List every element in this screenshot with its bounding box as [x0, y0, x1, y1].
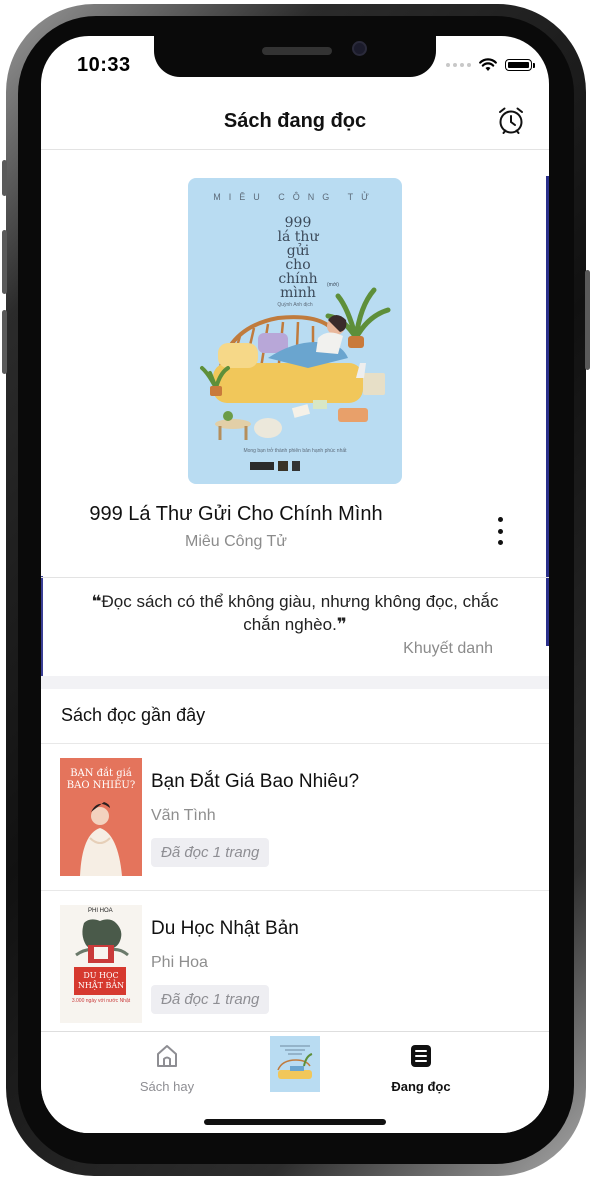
publisher-logo	[250, 462, 274, 470]
current-book-title[interactable]: 999 Lá Thư Gửi Cho Chính Mình	[41, 503, 431, 526]
home-indicator[interactable]	[204, 1119, 386, 1125]
volume-up-button	[2, 230, 7, 294]
reading-progress-badge: Đã đọc 1 trang	[151, 985, 270, 1014]
recent-book-title: Du Học Nhật Bản	[151, 918, 299, 939]
alarm-clock-icon[interactable]	[497, 106, 525, 136]
home-icon	[157, 1045, 177, 1067]
signal-icon	[446, 63, 471, 67]
recent-book-title: Bạn Đắt Giá Bao Nhiêu?	[151, 771, 360, 792]
recent-book-row[interactable]: BẠN đắt giá BAO NHIÊU? Bạn Đắt Giá Bao N…	[41, 744, 549, 891]
cover-illustration	[200, 287, 391, 440]
scroll-accent	[546, 176, 549, 646]
tab-bar: Sách hay Đang đọc	[41, 1031, 549, 1133]
quote-text-block: ❝Đọc sách có thể không giàu, nhưng không…	[71, 590, 519, 636]
speaker	[262, 47, 332, 55]
notch	[154, 36, 436, 77]
recent-book-cover: PHI HOA DU HỌC NHẬT BẢN 3.000 ngày với n…	[60, 905, 142, 1023]
cover-subtitle: 3.000 ngày với nước Nhật	[71, 998, 131, 1004]
status-icons	[446, 58, 535, 72]
tab-sach-hay[interactable]: Sách hay	[107, 1042, 227, 1094]
tab-label: Sách hay	[139, 1079, 195, 1094]
power-button	[585, 270, 590, 370]
current-book-cover[interactable]: MIÊU CÔNG TỬ 999 lá thư gửi cho chính mì…	[188, 178, 402, 484]
status-time: 10:33	[77, 54, 131, 76]
publisher-badge-2	[292, 461, 300, 471]
screen: 10:33 Sách đang đọc MIÊU CÔNG TỬ 999 lá …	[41, 36, 549, 1133]
cover-text: DU HỌC NHẬT BẢN	[77, 971, 125, 990]
quote-open-mark: ❝	[91, 592, 102, 611]
current-book-author: Miêu Công Tử	[184, 533, 287, 550]
tab-label: Đang đọc	[391, 1079, 451, 1094]
reading-progress-badge: Đã đọc 1 trang	[151, 838, 270, 867]
current-book-thumbnail	[277, 1045, 313, 1079]
wifi-icon	[479, 58, 497, 71]
cover-illustration	[74, 919, 129, 995]
tab-dang-doc[interactable]: Đang đọc	[361, 1042, 481, 1094]
quote-text: Đọc sách có thể không giàu, nhưng không …	[101, 592, 499, 634]
quote-author: Khuyết danh	[403, 640, 493, 657]
battery-icon	[505, 59, 532, 71]
section-gap	[41, 676, 549, 689]
more-options-icon[interactable]	[495, 517, 505, 545]
page-title: Sách đang đọc	[223, 110, 367, 132]
cover-tagline: Mong bạn trở thành phiên bản hạnh phúc n…	[243, 448, 347, 454]
tab-current-book[interactable]	[270, 1036, 320, 1092]
front-camera	[352, 41, 367, 56]
recent-book-row[interactable]: PHI HOA DU HỌC NHẬT BẢN 3.000 ngày với n…	[41, 891, 549, 1038]
volume-down-button	[2, 310, 7, 374]
cover-portrait	[80, 802, 122, 876]
reading-list-icon	[411, 1045, 431, 1067]
recent-book-author: Phi Hoa	[151, 954, 208, 971]
recent-book-author: Vãn Tình	[151, 807, 216, 824]
left-accent	[41, 576, 43, 676]
recent-section-title: Sách đọc gần đây	[61, 705, 206, 725]
header-divider	[41, 149, 549, 150]
quote-divider	[41, 577, 549, 578]
recent-book-cover: BẠN đắt giá BAO NHIÊU?	[60, 758, 142, 876]
mute-switch	[2, 160, 7, 196]
quote-close-mark: ❞	[336, 615, 347, 634]
publisher-badge	[278, 461, 288, 471]
